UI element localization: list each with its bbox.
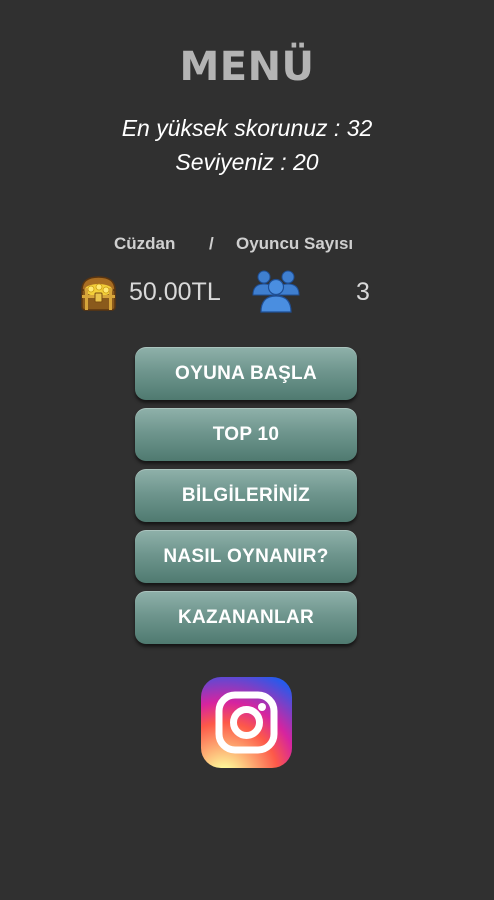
winners-button[interactable]: KAZANANLAR [135, 591, 357, 644]
wallet-label: Cüzdan [114, 234, 176, 253]
top10-button[interactable]: TOP 10 [135, 408, 357, 461]
treasure-chest-icon [80, 274, 117, 312]
wallet-value: 50.00TL [129, 278, 221, 306]
group-users-icon [250, 267, 302, 315]
how-to-play-button[interactable]: NASIL OYNANIR? [135, 530, 357, 583]
stats-separator: / [209, 234, 214, 253]
menu-screen: MENÜ En yüksek skorunuz : 32 Seviyeniz :… [0, 0, 494, 900]
level-text: Seviyeniz : 20 [175, 149, 319, 175]
players-value: 3 [356, 278, 370, 306]
high-score-text: En yüksek skorunuz : 32 [121, 115, 373, 141]
players-label: Oyuncu Sayısı [236, 234, 354, 253]
instagram-icon[interactable] [201, 677, 292, 768]
page-title: MENÜ [179, 44, 315, 90]
start-game-button[interactable]: OYUNA BAŞLA [135, 347, 357, 400]
your-info-button[interactable]: BİLGİLERİNİZ [135, 469, 357, 522]
